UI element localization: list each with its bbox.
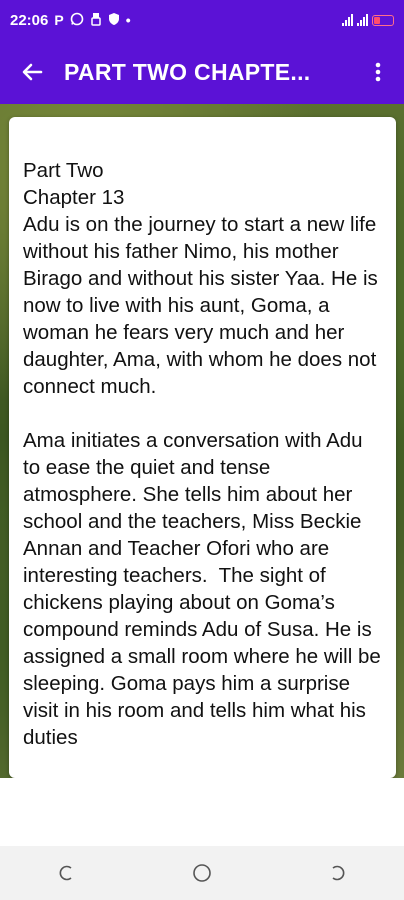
status-left: 22:06 P •: [10, 12, 131, 29]
signal-icon: [342, 14, 353, 26]
arrow-left-icon: [22, 63, 43, 81]
clock: 22:06: [10, 11, 49, 29]
p-icon: P: [54, 12, 64, 28]
overflow-menu-button[interactable]: [352, 40, 404, 104]
page-title: PART TWO CHAPTE...: [64, 58, 311, 85]
bottom-area: [0, 778, 404, 846]
chapter-text: Part Two Chapter 13 Adu is on the journe…: [23, 159, 381, 749]
usb-debug-icon: [90, 12, 102, 28]
shield-icon: [108, 12, 120, 28]
app-bar: PART TWO CHAPTE...: [0, 40, 404, 104]
system-nav-bar: [0, 846, 404, 900]
whatsapp-icon: [70, 12, 84, 28]
signal-icon-2: [357, 14, 368, 26]
back-icon: [332, 865, 345, 881]
more-vertical-icon: [375, 62, 381, 82]
recent-apps-icon: [59, 865, 72, 881]
status-right: [342, 14, 394, 26]
status-bar: 22:06 P •: [0, 0, 404, 40]
chapter-card[interactable]: Part Two Chapter 13 Adu is on the journe…: [9, 117, 396, 778]
home-button[interactable]: [172, 853, 232, 893]
battery-icon: [372, 14, 394, 26]
back-arrow-button[interactable]: [0, 40, 64, 104]
home-circle-icon: [193, 864, 211, 882]
system-back-button[interactable]: [307, 853, 367, 893]
dot-icon: •: [125, 12, 131, 28]
recent-apps-button[interactable]: [37, 853, 97, 893]
